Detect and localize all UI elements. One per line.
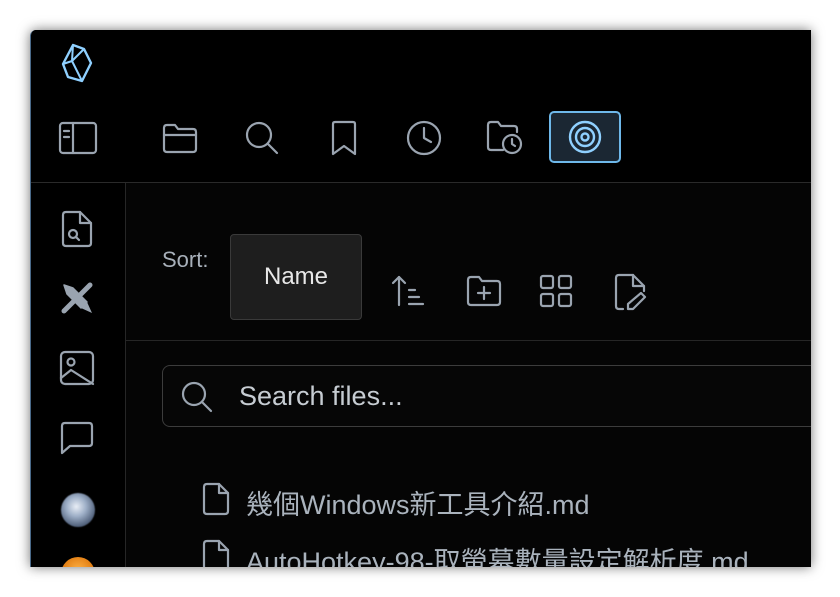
- tab-recent[interactable]: [403, 118, 445, 158]
- globe-icon[interactable]: [61, 493, 95, 527]
- orange-circle-icon[interactable]: [61, 557, 95, 567]
- image-icon[interactable]: [57, 348, 97, 388]
- search-box: [162, 365, 811, 427]
- tab-target[interactable]: [549, 111, 621, 163]
- layout-grid-icon[interactable]: [536, 271, 576, 311]
- new-note-icon[interactable]: [610, 271, 650, 313]
- file-name: 幾個Windows新工具介紹.md: [246, 489, 590, 520]
- target-icon: [551, 113, 619, 161]
- new-folder-icon[interactable]: [463, 271, 505, 311]
- file-item[interactable]: AutoHotkey-98-取螢幕數量設定解析度.md: [202, 539, 749, 567]
- tab-file-explorer[interactable]: [159, 118, 201, 158]
- file-search-icon[interactable]: [57, 208, 97, 250]
- bookmark-icon: [329, 120, 359, 156]
- sidebar-toggle-icon[interactable]: [57, 118, 99, 158]
- sort-order-icon[interactable]: [388, 271, 428, 311]
- chat-icon[interactable]: [57, 418, 97, 458]
- file-explorer-panel: Sort: Name Search files... 幾個Windows新工具介…: [126, 183, 811, 567]
- sort-dropdown-value: Name: [263, 263, 329, 290]
- search-icon: [179, 379, 215, 415]
- search-icon: [244, 120, 280, 156]
- folder-clock-icon: [485, 119, 525, 157]
- file-item[interactable]: 幾個Windows新工具介紹.md: [202, 482, 590, 522]
- obsidian-logo-icon[interactable]: [59, 42, 95, 84]
- tab-bookmarks[interactable]: [323, 118, 365, 158]
- folder-icon: [161, 122, 199, 154]
- panel-divider: [126, 340, 811, 341]
- sort-dropdown[interactable]: Name: [230, 234, 362, 320]
- clock-icon: [405, 119, 443, 157]
- app-window: Sort: Name Search files... 幾個Windows新工具介…: [30, 30, 811, 567]
- tab-search[interactable]: [241, 118, 283, 158]
- pen-tool-icon[interactable]: [57, 278, 97, 318]
- file-name: AutoHotkey-98-取螢幕數量設定解析度.md: [246, 546, 749, 568]
- tab-recent-folders[interactable]: [483, 118, 527, 158]
- top-toolbar: [31, 30, 811, 183]
- left-ribbon: [31, 183, 126, 567]
- search-input[interactable]: [239, 376, 759, 416]
- sort-label: Sort:: [162, 247, 209, 272]
- file-icon: [202, 539, 230, 567]
- file-icon: [202, 482, 230, 523]
